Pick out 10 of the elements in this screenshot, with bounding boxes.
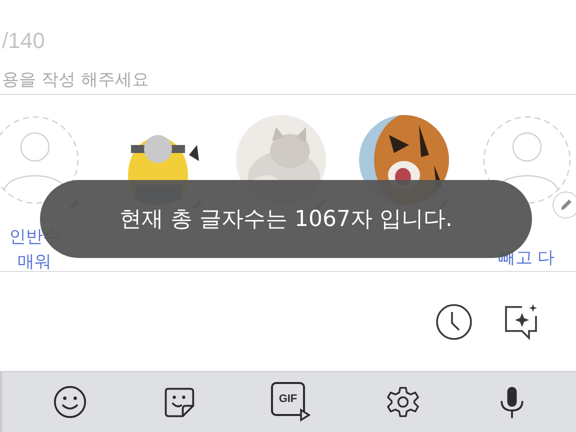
character-count: /140 xyxy=(2,28,46,54)
profile-name: 빼고 다 xyxy=(498,247,555,270)
edit-icon[interactable] xyxy=(552,191,576,219)
emoji-icon[interactable] xyxy=(53,385,88,419)
profile-name: 매워 xyxy=(18,251,52,274)
sticker-icon[interactable] xyxy=(162,385,196,419)
empty-profile-icon[interactable] xyxy=(0,115,80,205)
settings-icon[interactable] xyxy=(386,385,420,419)
content-prompt: 용을 작성 해주세요 xyxy=(2,69,150,91)
clock-icon[interactable] xyxy=(434,302,474,342)
